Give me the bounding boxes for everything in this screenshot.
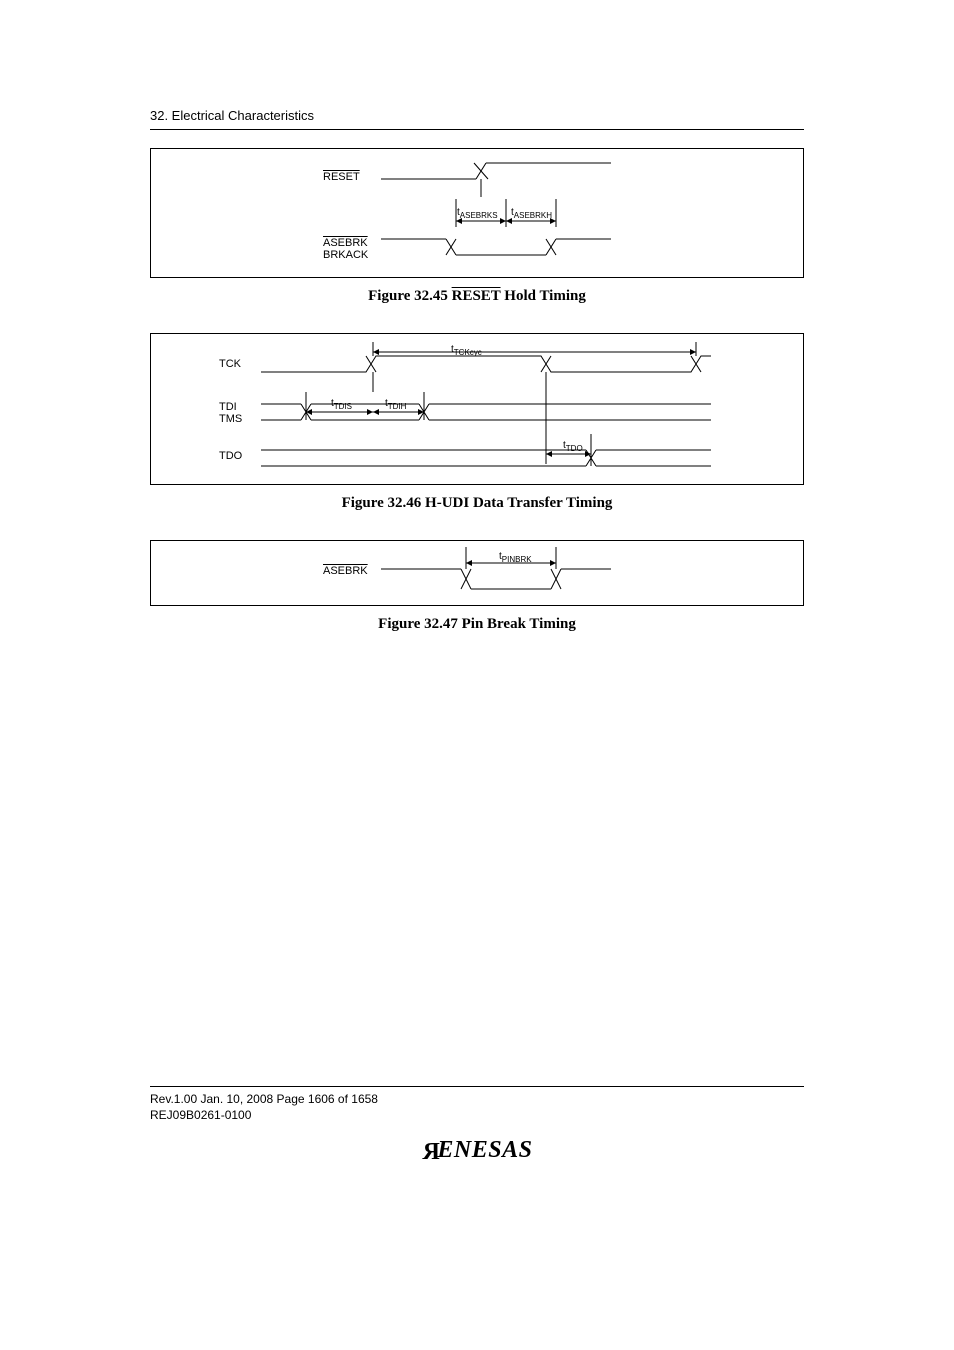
page-footer: Rev.1.00 Jan. 10, 2008 Page 1606 of 1658… xyxy=(150,1086,804,1164)
figure-47-box: ASEBRK tPINBRK xyxy=(150,540,804,606)
figure-46-box: TCK TDI TMS TDO tTCKcyc tTDIS tTDIH tTDO xyxy=(150,333,804,485)
renesas-logo: RENESAS xyxy=(150,1137,804,1164)
figure-45-box: RESET ASEBRK BRKACK tASEBRKS tASEBRKH xyxy=(150,148,804,278)
footer-line1: Rev.1.00 Jan. 10, 2008 Page 1606 of 1658 xyxy=(150,1091,804,1107)
figure-45-svg xyxy=(151,149,801,277)
footer-line2: REJ09B0261-0100 xyxy=(150,1107,804,1123)
figure-47-caption: Figure 32.47 Pin Break Timing xyxy=(150,616,804,633)
section-header: 32. Electrical Characteristics xyxy=(150,108,804,130)
figure-46-svg xyxy=(151,334,801,484)
figure-47-svg xyxy=(151,541,801,605)
figure-46-caption: Figure 32.46 H-UDI Data Transfer Timing xyxy=(150,495,804,512)
figure-45-caption: Figure 32.45 RESET Hold Timing xyxy=(150,288,804,305)
